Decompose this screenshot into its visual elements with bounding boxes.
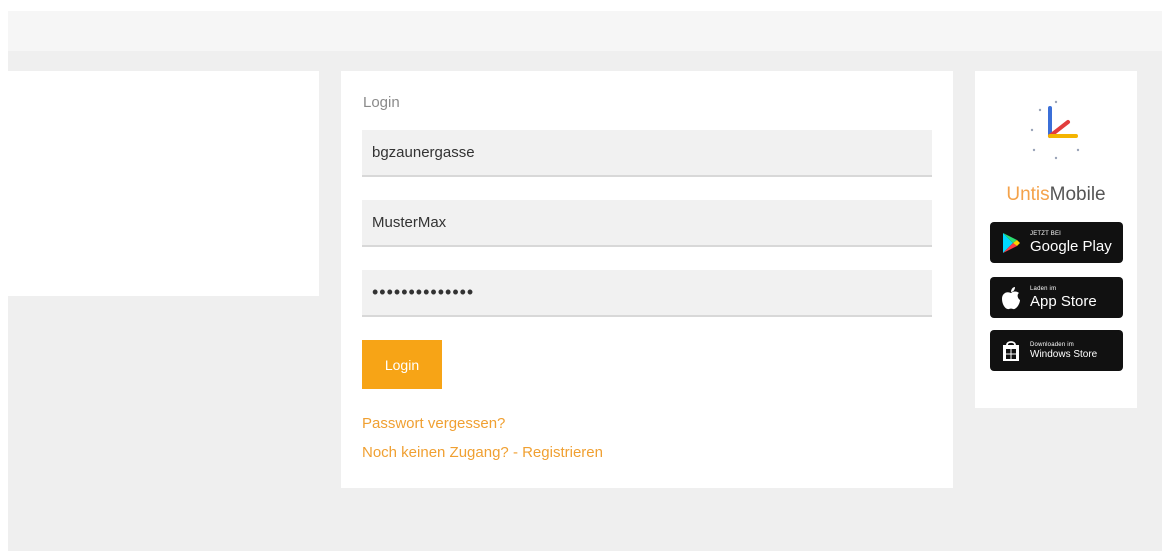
google-play-badge[interactable]: JETZT BEI Google Play — [990, 222, 1123, 263]
brand-mobile: Mobile — [1049, 184, 1106, 205]
google-play-small: JETZT BEI — [1030, 231, 1062, 237]
brand-untis: Untis — [1006, 184, 1050, 205]
brand-name: UntisMobile — [975, 184, 1137, 206]
app-store-badge[interactable]: Laden im App Store — [990, 277, 1123, 318]
login-title: Login — [363, 94, 400, 111]
apple-icon — [998, 285, 1024, 311]
google-play-text: JETZT BEI Google Play — [1030, 231, 1112, 254]
untis-logo-icon — [1030, 100, 1080, 160]
username-field[interactable] — [362, 200, 932, 247]
login-card: Login Login Passwort vergessen? Noch kei… — [341, 71, 953, 488]
login-button[interactable]: Login — [362, 340, 442, 389]
google-play-label: Google Play — [1030, 238, 1112, 255]
school-input[interactable] — [362, 130, 932, 175]
app-store-small: Laden im — [1030, 286, 1057, 292]
register-link[interactable]: Noch keinen Zugang? - Registrieren — [362, 444, 603, 461]
username-input[interactable] — [362, 200, 932, 245]
password-field[interactable] — [362, 270, 932, 317]
windows-store-text: Downloaden im Windows Store — [1030, 342, 1097, 360]
school-field[interactable] — [362, 130, 932, 177]
windows-store-icon — [998, 338, 1024, 364]
app-store-label: App Store — [1030, 293, 1097, 310]
password-input[interactable] — [362, 270, 932, 315]
untis-mobile-card: UntisMobile JETZT BEI Google Play Laden … — [975, 71, 1137, 408]
app-store-text: Laden im App Store — [1030, 286, 1097, 309]
top-bar — [8, 11, 1162, 51]
windows-store-badge[interactable]: Downloaden im Windows Store — [990, 330, 1123, 371]
windows-store-small: Downloaden im — [1030, 341, 1074, 348]
forgot-password-link[interactable]: Passwort vergessen? — [362, 415, 505, 432]
google-play-icon — [998, 230, 1024, 256]
page-background: Login Login Passwort vergessen? Noch kei… — [8, 11, 1162, 551]
left-panel — [8, 71, 319, 296]
windows-store-label: Windows Store — [1030, 348, 1098, 360]
